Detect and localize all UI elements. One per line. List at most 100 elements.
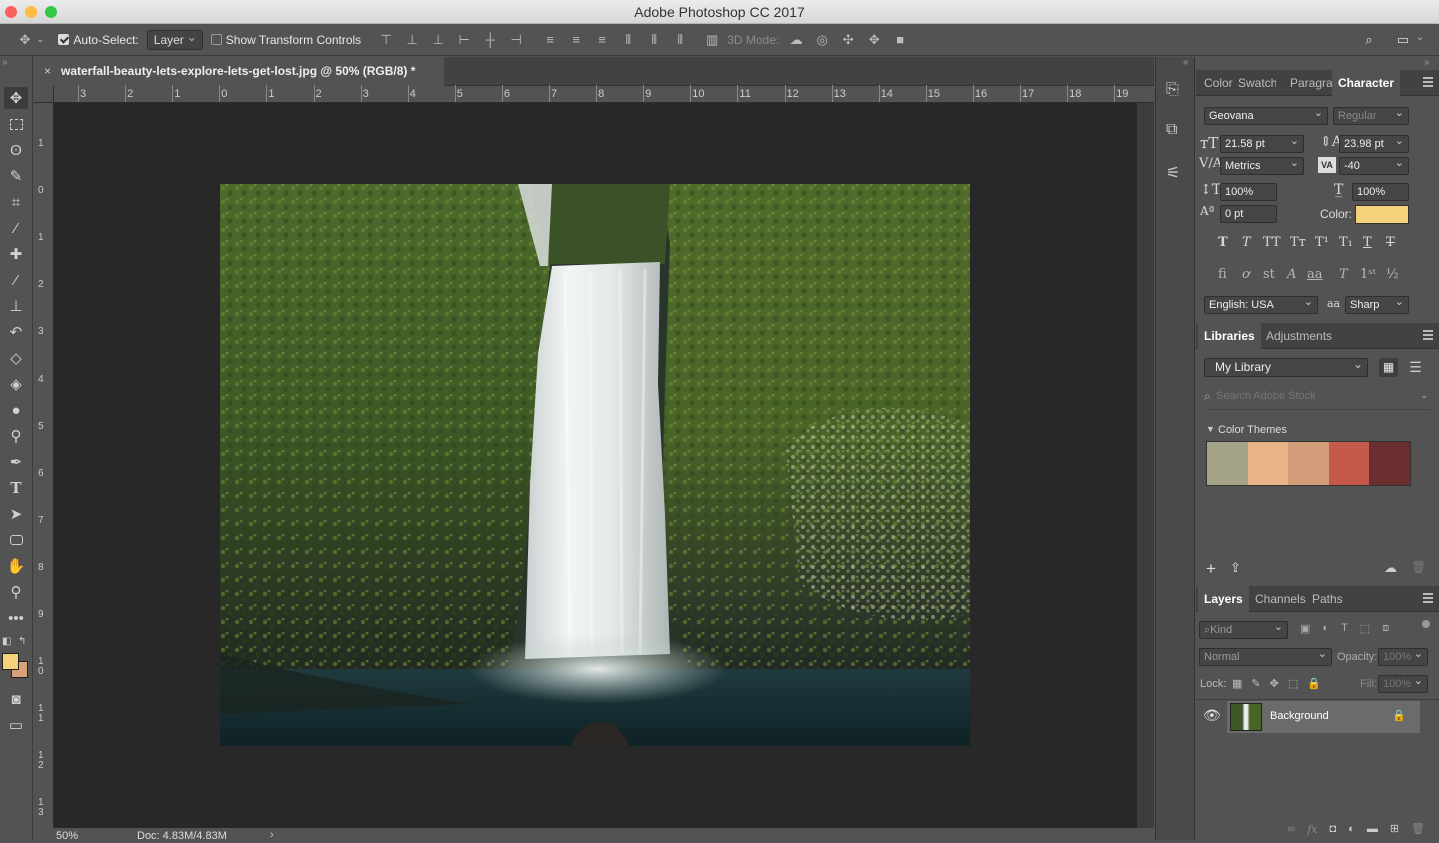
pixel-filter-icon[interactable]: ▣ bbox=[1300, 622, 1310, 635]
panel-menu-icon[interactable] bbox=[1423, 593, 1433, 603]
move-tool-icon[interactable]: ✥ bbox=[4, 87, 28, 109]
antialias-select[interactable]: Sharp bbox=[1345, 294, 1409, 314]
language-select[interactable]: English: USA bbox=[1204, 294, 1318, 314]
tab-paths[interactable]: Paths bbox=[1306, 586, 1349, 612]
align-left-icon[interactable]: ⊢ bbox=[453, 29, 475, 51]
adjustment-layer-icon[interactable]: ◐ bbox=[1348, 819, 1355, 840]
layer-row[interactable]: 👁 Background 🔒 bbox=[1196, 701, 1439, 733]
foreground-color-swatch[interactable] bbox=[2, 653, 19, 670]
creative-cloud-icon[interactable]: ☁ bbox=[1384, 560, 1397, 576]
faux-bold-icon[interactable]: T bbox=[1218, 235, 1228, 250]
type-tool-icon[interactable]: T bbox=[4, 477, 28, 499]
clone-stamp-tool-icon[interactable]: ⊥ bbox=[4, 295, 28, 317]
lock-artboard-icon[interactable]: ⬚ bbox=[1288, 677, 1298, 690]
vertical-scrollbar[interactable] bbox=[1137, 103, 1154, 828]
all-caps-icon[interactable]: TT bbox=[1263, 235, 1281, 250]
ruler-origin[interactable] bbox=[34, 86, 54, 103]
workspace-icon[interactable]: ▭ bbox=[1392, 29, 1414, 51]
fractions-icon[interactable]: ½ bbox=[1386, 267, 1399, 282]
delete-layer-icon[interactable]: 🗑 bbox=[1411, 819, 1425, 840]
swap-colors-icon[interactable]: ↰ bbox=[18, 636, 26, 647]
align-right-icon[interactable]: ⊣ bbox=[505, 29, 527, 51]
link-layers-icon[interactable]: ∞ bbox=[1287, 819, 1295, 840]
history-panel-icon[interactable]: ⎘ bbox=[1166, 81, 1179, 99]
3d-camera-icon[interactable]: ■ bbox=[889, 29, 911, 51]
color-theme-swatch[interactable] bbox=[1369, 442, 1410, 485]
move-tool-preset-icon[interactable]: ✥ bbox=[14, 29, 36, 51]
document-image[interactable] bbox=[220, 184, 970, 746]
expand-panels-icon[interactable]: « bbox=[1183, 57, 1189, 68]
color-theme-swatch[interactable] bbox=[1207, 442, 1248, 485]
tab-paragraph[interactable]: Paragraph bbox=[1284, 70, 1332, 96]
font-family-select[interactable]: Geovana bbox=[1204, 105, 1328, 125]
tab-libraries[interactable]: Libraries bbox=[1198, 323, 1261, 349]
3d-slide-icon[interactable]: ✥ bbox=[863, 29, 885, 51]
paint-bucket-tool-icon[interactable]: ◈ bbox=[4, 373, 28, 395]
hand-tool-icon[interactable]: ✋ bbox=[4, 555, 28, 577]
document-tab[interactable]: × waterfall-beauty-lets-explore-lets-get… bbox=[34, 57, 444, 86]
auto-select-dropdown[interactable]: Layer bbox=[146, 28, 203, 50]
tab-character[interactable]: Character bbox=[1332, 70, 1401, 96]
align-bottom-icon[interactable]: ⊥ bbox=[427, 29, 449, 51]
library-select[interactable]: My Library bbox=[1204, 356, 1368, 377]
layer-name[interactable]: Background bbox=[1270, 710, 1329, 722]
align-vcenter-icon[interactable]: ⊥ bbox=[401, 29, 423, 51]
add-element-icon[interactable]: + bbox=[1206, 559, 1216, 579]
tracking-field[interactable]: -40 bbox=[1339, 155, 1409, 175]
blend-mode-select[interactable]: Normal bbox=[1199, 646, 1332, 666]
collapse-tools-icon[interactable]: » bbox=[2, 57, 8, 68]
quick-mask-icon[interactable]: ◙ bbox=[4, 688, 28, 710]
adjustment-filter-icon[interactable]: ◐ bbox=[1322, 622, 1329, 635]
default-colors-icon[interactable]: ◧ bbox=[2, 636, 11, 647]
zoom-tool-icon[interactable]: ⚲ bbox=[4, 581, 28, 603]
properties-panel-icon[interactable]: ⚟ bbox=[1166, 163, 1180, 183]
quick-selection-tool-icon[interactable]: ✎ bbox=[4, 165, 28, 187]
baseline-shift-field[interactable]: 0 pt bbox=[1220, 205, 1277, 223]
brush-tool-icon[interactable]: ⁄ bbox=[4, 269, 28, 291]
new-group-icon[interactable]: ▬ bbox=[1367, 819, 1378, 840]
leading-field[interactable]: 23.98 pt bbox=[1339, 133, 1409, 153]
3d-roll-icon[interactable]: ◎ bbox=[811, 29, 833, 51]
distribute-vcenter-icon[interactable]: ≡ bbox=[565, 29, 587, 51]
subscript-icon[interactable]: T₁ bbox=[1339, 235, 1353, 250]
align-top-icon[interactable]: ⊤ bbox=[375, 29, 397, 51]
superscript-icon[interactable]: T¹ bbox=[1315, 235, 1329, 250]
tab-adjustments[interactable]: Adjustments bbox=[1260, 323, 1338, 349]
delete-icon[interactable]: 🗑 bbox=[1411, 560, 1426, 574]
list-view-icon[interactable]: ☰ bbox=[1406, 358, 1425, 377]
titling-alternates-icon[interactable]: aa bbox=[1307, 267, 1323, 282]
minimize-window-button[interactable] bbox=[25, 6, 37, 18]
history-brush-tool-icon[interactable]: ↶ bbox=[4, 321, 28, 343]
workspace-chevron-icon[interactable]: ⌄ bbox=[1416, 32, 1424, 43]
distribute-hcenter-icon[interactable]: ⦀ bbox=[643, 29, 665, 51]
distribute-left-icon[interactable]: ⦀ bbox=[617, 29, 639, 51]
color-theme-swatch[interactable] bbox=[1288, 442, 1329, 485]
search-chevron-icon[interactable]: ⌄ bbox=[1420, 390, 1428, 401]
rectangle-tool-icon[interactable] bbox=[4, 529, 28, 551]
path-selection-tool-icon[interactable]: ➤ bbox=[4, 503, 28, 525]
panel-menu-icon[interactable] bbox=[1423, 77, 1433, 87]
font-style-select[interactable]: Regular bbox=[1333, 105, 1409, 125]
lock-image-icon[interactable]: ✎ bbox=[1251, 677, 1260, 690]
lasso-tool-icon[interactable]: ʘ bbox=[4, 139, 28, 161]
auto-align-icon[interactable]: ▥ bbox=[701, 29, 723, 51]
collapse-panels-icon[interactable]: » bbox=[1424, 57, 1430, 68]
small-caps-icon[interactable]: Tᴛ bbox=[1290, 235, 1306, 250]
3d-panel-icon[interactable]: ⧉ bbox=[1166, 121, 1177, 139]
grid-view-icon[interactable]: ▦ bbox=[1379, 358, 1398, 377]
disclosure-triangle-icon[interactable]: ▼ bbox=[1206, 424, 1215, 434]
tab-channels[interactable]: Channels bbox=[1249, 586, 1312, 612]
visibility-eye-icon[interactable]: 👁 bbox=[1203, 707, 1221, 724]
close-tab-icon[interactable]: × bbox=[44, 57, 51, 86]
filter-toggle[interactable] bbox=[1422, 620, 1430, 628]
tab-layers[interactable]: Layers bbox=[1198, 586, 1249, 612]
blur-tool-icon[interactable]: ● bbox=[4, 399, 28, 421]
screen-mode-icon[interactable]: ▭ bbox=[4, 714, 28, 736]
eraser-tool-icon[interactable]: ◇ bbox=[4, 347, 28, 369]
distribute-top-icon[interactable]: ≡ bbox=[539, 29, 561, 51]
3d-pan-icon[interactable]: ✣ bbox=[837, 29, 859, 51]
upload-icon[interactable]: ⇪ bbox=[1230, 560, 1241, 576]
lock-position-icon[interactable]: ✥ bbox=[1270, 677, 1279, 690]
layer-mask-icon[interactable]: ◘ bbox=[1330, 819, 1337, 840]
underline-icon[interactable]: T bbox=[1363, 235, 1372, 250]
